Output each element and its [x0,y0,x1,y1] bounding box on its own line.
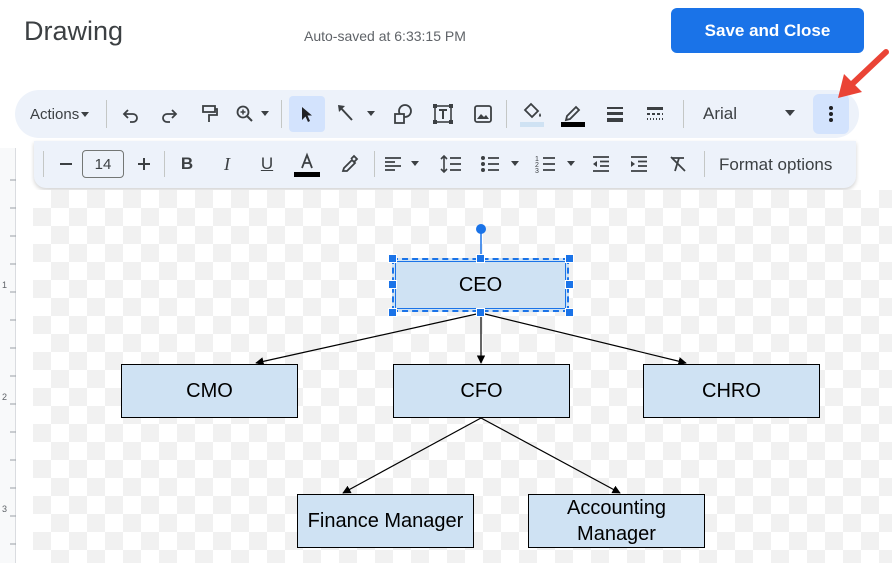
resize-handle[interactable] [565,280,574,289]
connector-ceo-chro [480,312,687,366]
node-accounting-manager[interactable]: Accounting Manager [528,494,705,548]
resize-handle[interactable] [476,254,485,263]
rotate-handle [476,224,486,234]
node-ceo[interactable]: CEO [392,258,569,312]
resize-handle[interactable] [388,254,397,263]
resize-handle[interactable] [565,308,574,317]
resize-handle[interactable] [476,308,485,317]
connector-ceo-cmo [255,312,482,366]
node-cmo[interactable]: CMO [121,364,298,418]
node-chro[interactable]: CHRO [643,364,820,418]
resize-handle[interactable] [388,308,397,317]
resize-handle[interactable] [565,254,574,263]
node-finance-manager[interactable]: Finance Manager [297,494,474,548]
connector-cfo-accounting [480,417,621,494]
node-cfo[interactable]: CFO [393,364,570,418]
connector-cfo-finance [342,417,482,494]
resize-handle[interactable] [388,280,397,289]
